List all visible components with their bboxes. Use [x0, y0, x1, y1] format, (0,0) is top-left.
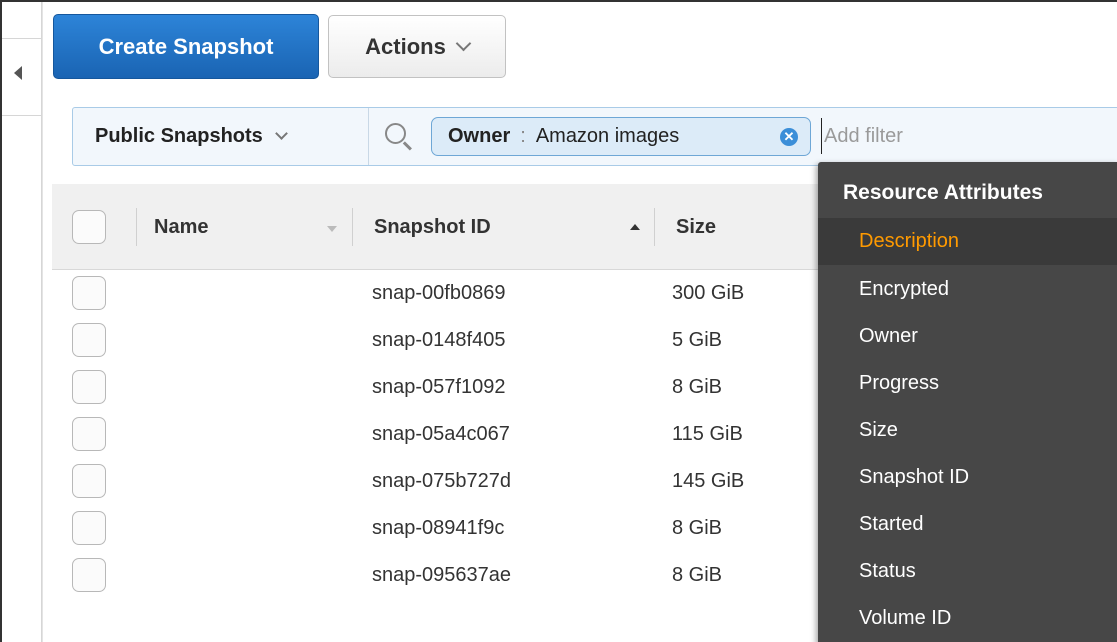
size-cell: 300 GiB — [672, 282, 745, 304]
filter-token-owner[interactable]: Owner : Amazon images ✕ — [431, 117, 811, 156]
console-frame: Create Snapshot Actions Public Snapshots… — [0, 0, 1117, 642]
column-size-label: Size — [676, 215, 717, 238]
column-name-label: Name — [154, 215, 209, 238]
menu-item-owner[interactable]: Owner — [818, 313, 1117, 360]
content-divider — [42, 2, 43, 642]
rail-divider — [2, 38, 42, 39]
filter-token-key: Owner — [448, 125, 511, 147]
rail-divider — [2, 115, 42, 116]
left-navigation-rail — [2, 2, 42, 642]
menu-item-description[interactable]: Description — [818, 218, 1117, 265]
column-header-name[interactable]: Name — [154, 184, 354, 270]
size-cell: 8 GiB — [672, 376, 723, 398]
snapshot-id-cell: snap-075b727d — [372, 470, 512, 492]
column-divider — [136, 208, 137, 246]
menu-item-volume-id[interactable]: Volume ID — [818, 595, 1117, 642]
menu-item-progress[interactable]: Progress — [818, 360, 1117, 407]
size-cell: 145 GiB — [672, 470, 745, 492]
snapshot-id-cell: snap-05a4c067 — [372, 423, 510, 445]
chevron-left-icon[interactable] — [14, 66, 22, 80]
select-all-checkbox[interactable] — [72, 210, 106, 244]
menu-item-snapshot-id[interactable]: Snapshot ID — [818, 454, 1117, 501]
filter-token-separator: : — [520, 125, 526, 147]
filter-token-value: Amazon images — [535, 125, 680, 147]
menu-item-size[interactable]: Size — [818, 407, 1117, 454]
size-cell: 115 GiB — [672, 423, 743, 445]
snapshot-id-cell: snap-095637ae — [372, 564, 512, 586]
close-circle-icon[interactable]: ✕ — [780, 128, 798, 146]
chevron-down-icon — [455, 35, 472, 51]
column-snapshot-id-label: Snapshot ID — [374, 215, 491, 238]
row-checkbox[interactable] — [72, 417, 106, 451]
scope-label: Public Snapshots — [95, 125, 263, 147]
chevron-down-icon — [274, 126, 288, 140]
resource-attributes-menu: Resource Attributes Description Encrypte… — [818, 162, 1117, 642]
size-cell: 8 GiB — [672, 517, 723, 539]
select-all-cell — [72, 184, 106, 270]
snapshot-id-cell: snap-08941f9c — [372, 517, 505, 539]
menu-item-encrypted[interactable]: Encrypted — [818, 266, 1117, 313]
column-header-snapshot-id[interactable]: Snapshot ID — [374, 184, 654, 270]
snapshot-id-cell: snap-00fb0869 — [372, 282, 506, 304]
size-cell: 5 GiB — [672, 329, 723, 351]
row-checkbox[interactable] — [72, 464, 106, 498]
snapshot-id-cell: snap-057f1092 — [372, 376, 506, 398]
row-checkbox[interactable] — [72, 370, 106, 404]
menu-item-started[interactable]: Started — [818, 501, 1117, 548]
actions-button[interactable]: Actions — [328, 15, 506, 78]
add-filter-input[interactable] — [821, 118, 1117, 154]
row-checkbox[interactable] — [72, 558, 106, 592]
snapshot-id-cell: snap-0148f405 — [372, 329, 506, 351]
column-header-size[interactable]: Size — [676, 184, 716, 270]
row-checkbox[interactable] — [72, 276, 106, 310]
search-icon — [385, 123, 413, 151]
size-cell: 8 GiB — [672, 564, 723, 586]
column-divider — [352, 208, 353, 246]
snapshot-scope-select[interactable]: Public Snapshots — [73, 108, 369, 165]
actions-label: Actions — [365, 33, 446, 59]
menu-title: Resource Attributes — [843, 181, 1043, 204]
filter-bar: Public Snapshots Owner : Amazon images ✕ — [72, 107, 1117, 166]
menu-item-status[interactable]: Status — [818, 548, 1117, 595]
sort-indicator-icon — [327, 226, 337, 232]
row-checkbox[interactable] — [72, 511, 106, 545]
create-snapshot-button[interactable]: Create Snapshot — [53, 14, 319, 79]
create-snapshot-label: Create Snapshot — [98, 33, 274, 59]
row-checkbox[interactable] — [72, 323, 106, 357]
sort-ascending-icon — [630, 224, 640, 230]
column-divider — [654, 208, 655, 246]
